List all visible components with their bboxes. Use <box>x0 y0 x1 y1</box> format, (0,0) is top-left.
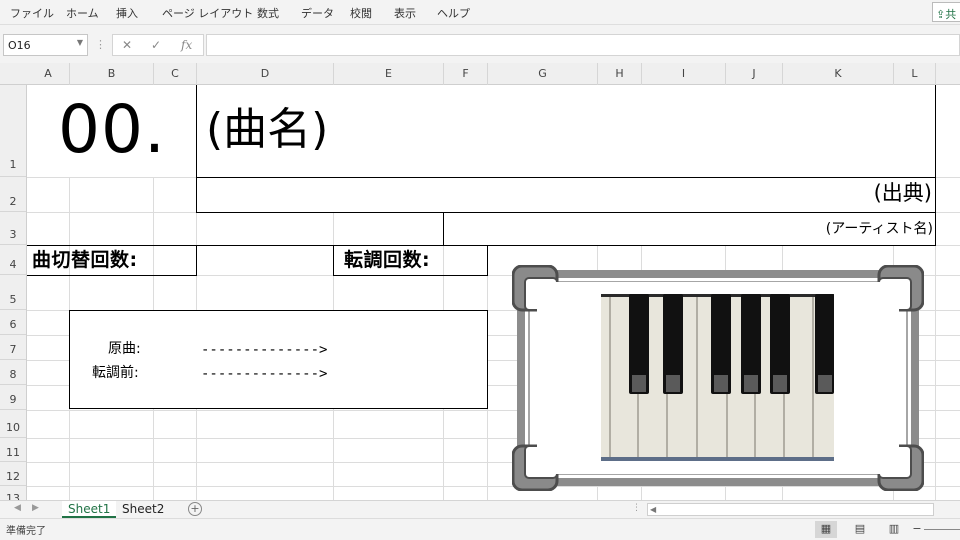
share-button[interactable]: ⇪共 <box>932 2 960 22</box>
row-header-10[interactable]: 10 <box>0 410 26 438</box>
song-title-cell[interactable]: (曲名) <box>206 99 328 161</box>
menu-insert[interactable]: 挿入 <box>116 5 138 21</box>
row-header-7[interactable]: 7 <box>0 335 26 360</box>
ribbon-menu-bar: ファイル ホーム 挿入 ページ レイアウト 数式 データ 校閲 表示 ヘルプ ⇪… <box>0 0 960 25</box>
page-layout-view-icon[interactable]: ▤ <box>849 521 871 538</box>
column-headers: A B C D E F G H I J K L <box>0 63 960 85</box>
menu-home[interactable]: ホーム <box>66 5 99 21</box>
enter-icon[interactable]: ✓ <box>151 38 161 52</box>
column-header-a[interactable]: A <box>27 63 70 85</box>
column-header-b[interactable]: B <box>70 63 154 85</box>
insert-function-icon[interactable]: fx <box>181 38 192 52</box>
row-header-12[interactable]: 12 <box>0 462 26 486</box>
column-header-j[interactable]: J <box>726 63 783 85</box>
status-text: 準備完了 <box>6 526 46 537</box>
row-header-6[interactable]: 6 <box>0 310 26 335</box>
share-icon: ⇪ <box>936 8 946 21</box>
source-cell[interactable]: (出典) <box>874 178 932 208</box>
row-header-3[interactable]: 3 <box>0 212 26 245</box>
column-header-e[interactable]: E <box>334 63 444 85</box>
row-headers: 1 2 3 4 5 6 7 8 9 10 11 12 13 <box>0 85 27 505</box>
row-header-13[interactable]: 13 <box>0 486 26 505</box>
sheet-tabs-bar: ◀ ▶ Sheet1 Sheet2 + ⋮ ◀ <box>0 500 960 518</box>
menu-help[interactable]: ヘルプ <box>437 5 470 21</box>
piano-picture[interactable] <box>512 265 924 491</box>
menu-file[interactable]: ファイル <box>10 5 54 21</box>
sheet-tab-sheet1[interactable]: Sheet1 <box>62 501 117 518</box>
column-header-i[interactable]: I <box>642 63 726 85</box>
scroll-left-icon[interactable]: ◀ <box>650 505 656 514</box>
formula-input[interactable] <box>206 34 960 56</box>
zoom-slider[interactable] <box>924 529 960 530</box>
menu-formulas[interactable]: 数式 <box>257 5 279 21</box>
status-bar: 準備完了 ▦ ▤ ▥ − <box>0 518 960 540</box>
column-header-c[interactable]: C <box>154 63 197 85</box>
column-header-g[interactable]: G <box>488 63 598 85</box>
row-header-4[interactable]: 4 <box>0 245 26 275</box>
chevron-left-icon[interactable]: ◀ <box>14 503 21 513</box>
modulation-count-label[interactable]: 転調回数: <box>344 247 430 273</box>
row-header-1[interactable]: 1 <box>0 85 26 177</box>
menu-view[interactable]: 表示 <box>394 5 416 21</box>
name-box[interactable]: O16 ▼ <box>3 34 88 56</box>
row-header-5[interactable]: 5 <box>0 275 26 310</box>
column-header-d[interactable]: D <box>197 63 334 85</box>
row-header-8[interactable]: 8 <box>0 360 26 385</box>
column-header-f[interactable]: F <box>444 63 488 85</box>
menu-data[interactable]: データ <box>301 5 334 21</box>
menu-page-layout[interactable]: ページ レイアウト <box>162 5 253 21</box>
column-header-k[interactable]: K <box>783 63 894 85</box>
add-sheet-icon[interactable]: + <box>188 502 202 516</box>
page-break-view-icon[interactable]: ▥ <box>883 521 905 538</box>
name-box-value: O16 <box>8 39 31 52</box>
more-options-icon[interactable]: ⋮ <box>632 503 641 513</box>
song-number-cell[interactable]: 00. <box>58 92 166 168</box>
original-song-label[interactable]: 原曲: <box>108 339 141 359</box>
song-switch-count-label[interactable]: 曲切替回数: <box>32 247 138 273</box>
row-header-9[interactable]: 9 <box>0 385 26 410</box>
horizontal-scrollbar[interactable]: ◀ <box>647 503 934 516</box>
column-header-l[interactable]: L <box>894 63 936 85</box>
artist-cell[interactable]: (アーティスト名) <box>826 219 933 239</box>
sheet-tab-sheet2[interactable]: Sheet2 <box>116 501 170 518</box>
row-header-2[interactable]: 2 <box>0 177 26 212</box>
menu-review[interactable]: 校閲 <box>350 5 372 21</box>
chevron-right-icon[interactable]: ▶ <box>32 503 39 513</box>
normal-view-icon[interactable]: ▦ <box>815 521 837 538</box>
formula-buttons: ✕ ✓ fx <box>112 34 204 56</box>
chevron-down-icon[interactable]: ▼ <box>77 38 83 47</box>
column-header-h[interactable]: H <box>598 63 642 85</box>
row-header-11[interactable]: 11 <box>0 438 26 462</box>
arrow-before-modulation[interactable]: --------------> <box>201 364 327 384</box>
arrow-original[interactable]: --------------> <box>201 340 327 360</box>
cancel-icon[interactable]: ✕ <box>122 38 132 52</box>
piano-keys-image <box>601 294 834 461</box>
before-modulation-label[interactable]: 転調前: <box>92 363 139 383</box>
more-options-icon[interactable]: ⋮ <box>95 38 106 51</box>
